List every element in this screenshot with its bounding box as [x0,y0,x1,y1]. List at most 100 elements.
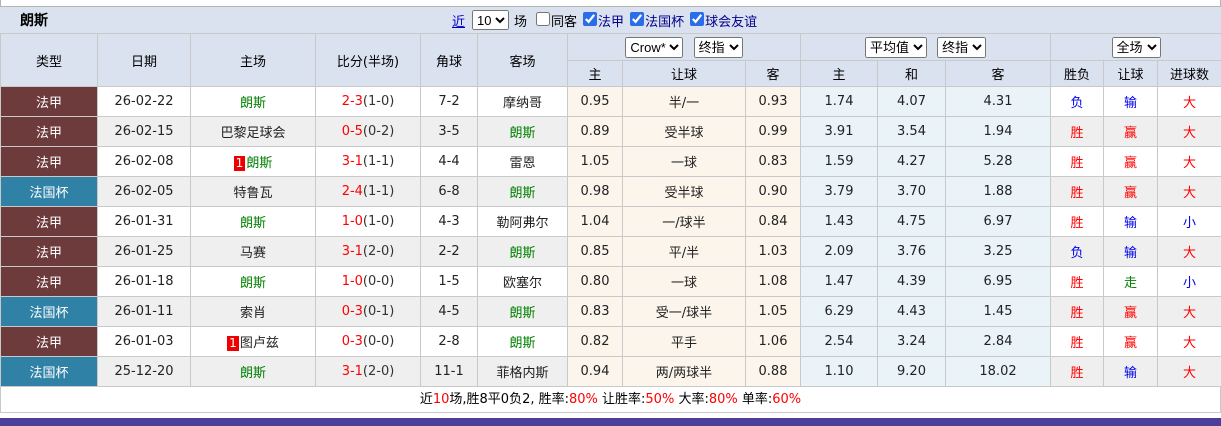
odds-stage-select-2[interactable]: 终指 [937,36,987,58]
away-team-cell: 勒阿弗尔 [477,206,568,237]
handicap-cell: 一球 [622,146,746,177]
avg-draw-cell: 3.70 [877,176,946,207]
bottom-bar [0,418,1221,426]
result-winloss-cell: 负 [1050,236,1105,267]
home-team-cell: 巴黎足球会 [190,116,316,147]
fulltime-score: 2-4 [341,184,363,199]
fulltime-score: 3-1 [341,364,363,379]
league-cell: 法甲 [0,266,98,297]
col-header-winloss: 胜负 [1050,60,1105,87]
summary-segment: 大率: [674,392,709,407]
col-header-odds-home: 主 [567,60,623,87]
result-goals-cell: 大 [1157,116,1221,147]
avg-home-cell: 1.59 [800,146,878,177]
away-team-cell: 欧塞尔 [477,266,568,297]
handicap-cell: 两/两球半 [622,356,746,387]
result-winloss-cell: 胜 [1050,206,1105,237]
result-goals-cell: 大 [1157,86,1221,117]
avg-draw-cell: 9.20 [877,356,946,387]
league-cell: 法国杯 [0,296,98,327]
summary-segment: 让胜率: [597,392,646,407]
halftime-score: (1-0) [362,94,395,109]
league-cell: 法甲 [0,206,98,237]
recent-count-select[interactable]: 10 [472,10,510,30]
away-team-name: 朗斯 [509,126,536,141]
handicap-cell: 平/半 [622,236,746,267]
handicap-cell: 一/球半 [622,206,746,237]
summary-segment: 80% [708,392,738,407]
result-goals-cell: 大 [1157,356,1221,387]
average-select[interactable]: 平均值 [864,36,927,58]
home-team-cell: 1 朗斯 [190,146,316,177]
summary-row: 近10场,胜8平0负2, 胜率:80% 让胜率:50% 大率:80% 单率:60… [0,387,1221,413]
league-cell: 法国杯 [0,176,98,207]
score-cell: 3-1(2-0) [315,236,421,267]
avg-away-cell: 3.25 [944,236,1052,267]
col-header-odds-away: 客 [745,60,801,87]
date-cell: 26-02-15 [97,116,191,147]
away-team-name: 摩纳哥 [502,96,542,111]
corners-cell: 4-5 [420,296,478,327]
odds-away-cell: 0.88 [745,356,801,387]
home-team-cell: 1 图卢兹 [190,326,316,357]
corners-cell: 2-2 [420,236,478,267]
result-handicap-cell: 赢 [1103,326,1159,357]
avg-draw-cell: 3.76 [877,236,946,267]
fulltime-score: 2-3 [341,94,363,109]
bookmaker-select[interactable]: Crow* [625,36,684,58]
odds-home-cell: 0.85 [567,236,623,267]
filter-label[interactable]: 法国杯 [645,15,684,30]
home-team-name: 朗斯 [239,366,266,381]
date-cell: 25-12-20 [97,356,191,387]
away-team-cell: 朗斯 [477,326,568,357]
summary-segment: 80% [568,392,598,407]
score-cell: 2-4(1-1) [315,176,421,207]
score-cell: 3-1(2-0) [315,356,421,387]
match-row: 法国杯 26-01-11 索肖 0-3(0-1) 4-5 朗斯 0.83 受一/球半 1.05 6… [0,296,1221,327]
odds-home-cell: 0.82 [567,326,623,357]
avg-home-cell: 1.47 [800,266,878,297]
match-row: 法甲 26-02-15 巴黎足球会 0-5(0-2) 3-5 朗斯 0.89 受半球 0.99 3… [0,116,1221,147]
filter-checkbox[interactable] [630,11,645,26]
avg-home-cell: 1.10 [800,356,878,387]
away-team-name: 朗斯 [509,336,536,351]
avg-home-cell: 3.91 [800,116,878,147]
odds-stage-select-1[interactable]: 终指 [693,36,743,58]
live-badge: 1 [233,156,246,171]
stats-page: 朗斯 近 10 场 同客 法甲 法国杯 球会友谊 类型 日期 主场 比分(半场) 角球 [0,0,1221,426]
filter-checkbox[interactable] [583,11,598,26]
filter-label[interactable]: 同客 [551,15,577,30]
date-cell: 26-01-25 [97,236,191,267]
fulltime-score: 1-0 [341,274,363,289]
home-team-name: 朗斯 [239,276,266,291]
league-cell: 法甲 [0,86,98,117]
handicap-cell: 受半球 [622,116,746,147]
away-team-name: 勒阿弗尔 [496,216,549,231]
odds-home-cell: 0.94 [567,356,623,387]
col-header-away: 客场 [477,33,568,87]
recent-link[interactable]: 近 [452,11,465,30]
away-team-cell: 雷恩 [477,146,568,177]
home-team-name: 图卢兹 [239,336,279,351]
odds-away-cell: 0.99 [745,116,801,147]
date-cell: 26-01-18 [97,266,191,297]
date-cell: 26-02-05 [97,176,191,207]
title-bar: 朗斯 近 10 场 同客 法甲 法国杯 球会友谊 [0,7,1221,33]
fulltime-score: 3-1 [341,244,363,259]
result-winloss-cell: 胜 [1050,146,1105,177]
avg-home-cell: 3.79 [800,176,878,207]
filter-checkbox[interactable] [690,11,705,26]
filter-label[interactable]: 法甲 [598,15,624,30]
scope-select[interactable]: 全场 [1111,36,1161,58]
filter-label[interactable]: 球会友谊 [705,15,757,30]
avg-draw-cell: 4.27 [877,146,946,177]
halftime-score: (2-0) [362,364,395,379]
filter-checkbox[interactable] [536,11,551,26]
match-row: 法甲 26-01-31 朗斯 1-0(1-0) 4-3 勒阿弗尔 1.04 一/球半 0.84 1… [0,206,1221,237]
handicap-cell: 受一/球半 [622,296,746,327]
result-winloss-cell: 胜 [1050,116,1105,147]
score-cell: 3-1(1-1) [315,146,421,177]
avg-home-cell: 1.43 [800,206,878,237]
avg-away-cell: 18.02 [944,356,1052,387]
odds-home-cell: 0.95 [567,86,623,117]
